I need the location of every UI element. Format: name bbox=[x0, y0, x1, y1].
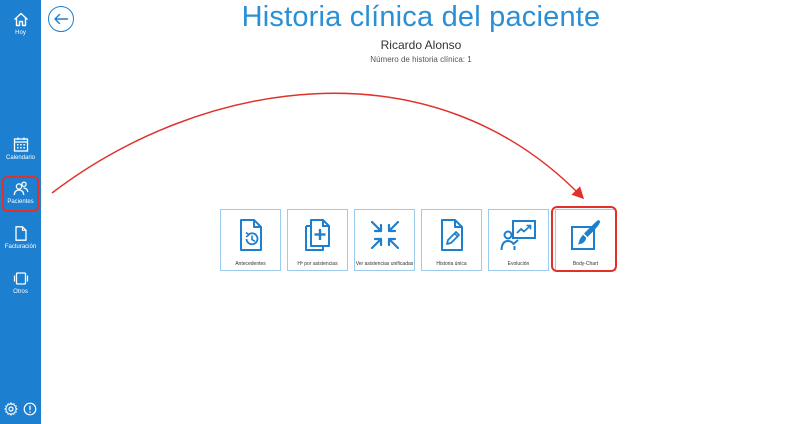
patient-name: Ricardo Alonso bbox=[380, 38, 462, 52]
paint-brush-icon bbox=[570, 220, 600, 250]
home-icon bbox=[13, 12, 28, 27]
gear-icon[interactable] bbox=[4, 402, 18, 416]
users-icon bbox=[13, 181, 28, 196]
sidebar-item-otros[interactable]: Otros bbox=[0, 271, 41, 295]
annotation-arrow-curve bbox=[51, 92, 585, 200]
tile-label: Historia única bbox=[436, 261, 467, 267]
sidebar-item-label: Pacientes bbox=[7, 199, 34, 205]
sidebar-item-hoy[interactable]: Hoy bbox=[0, 12, 41, 36]
add-copy-icon bbox=[304, 219, 330, 251]
sidebar: Hoy Calendario Pacientes Facturación Otr… bbox=[0, 0, 41, 424]
page-title: Historia clínica del paciente bbox=[241, 1, 601, 33]
tile-label: Body-Chart bbox=[572, 261, 599, 267]
info-icon[interactable] bbox=[23, 402, 37, 416]
tile-label: Evolución bbox=[507, 261, 530, 267]
sidebar-item-calendario[interactable]: Calendario bbox=[0, 137, 41, 161]
tile-label: Antecedentes bbox=[235, 261, 266, 267]
device-icon bbox=[13, 272, 28, 285]
sidebar-item-label: Facturación bbox=[4, 244, 37, 250]
tile-evolucion[interactable]: Evolución bbox=[488, 209, 549, 271]
tile-body-chart[interactable]: Body-Chart bbox=[555, 209, 616, 271]
edit-document-icon bbox=[440, 219, 463, 251]
history-document-icon bbox=[239, 219, 262, 251]
tile-label: Hª por asistencias bbox=[297, 261, 338, 267]
sidebar-item-label: Calendario bbox=[5, 155, 36, 161]
tile-historia-unica[interactable]: Historia única bbox=[421, 209, 482, 271]
presentation-icon bbox=[500, 220, 536, 251]
tile-antecedentes[interactable]: Antecedentes bbox=[220, 209, 281, 271]
tile-historia-por-asistencias[interactable]: Hª por asistencias bbox=[287, 209, 348, 271]
record-number: Número de historia clínica: 1 bbox=[370, 55, 472, 64]
calendar-icon bbox=[13, 137, 28, 152]
merge-arrows-icon bbox=[370, 220, 399, 250]
sidebar-item-label: Hoy bbox=[15, 30, 26, 36]
tile-label: Ver asistencias unificadas bbox=[355, 261, 414, 267]
tile-ver-asistencias-unificadas[interactable]: Ver asistencias unificadas bbox=[354, 209, 415, 271]
document-icon bbox=[14, 226, 27, 241]
sidebar-item-facturacion[interactable]: Facturación bbox=[0, 226, 41, 250]
sidebar-item-pacientes[interactable]: Pacientes bbox=[2, 176, 39, 212]
sidebar-item-label: Otros bbox=[13, 289, 28, 295]
